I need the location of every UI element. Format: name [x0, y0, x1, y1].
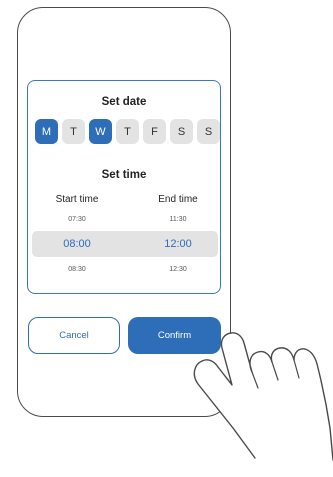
start-time-option[interactable]: 07:30 [42, 216, 112, 223]
day-wednesday-button[interactable]: W [89, 119, 112, 144]
day-monday-button[interactable]: M [35, 119, 58, 144]
end-time-option[interactable]: 11:30 [143, 216, 213, 223]
start-time-selected[interactable]: 08:00 [42, 238, 112, 250]
day-sunday-button[interactable]: S [197, 119, 220, 144]
day-saturday-button[interactable]: S [170, 119, 193, 144]
day-thursday-button[interactable]: T [116, 119, 139, 144]
set-time-heading: Set time [101, 169, 147, 181]
start-time-option[interactable]: 08:30 [42, 266, 112, 273]
cancel-button[interactable]: Cancel [28, 317, 120, 354]
schedule-card: Set date M T W T F S S Set time Start ti… [27, 80, 221, 294]
start-time-label: Start time [55, 194, 99, 205]
end-time-selected[interactable]: 12:00 [143, 238, 213, 250]
confirm-button[interactable]: Confirm [128, 317, 221, 354]
end-time-label: End time [158, 194, 198, 205]
end-time-option[interactable]: 12:30 [143, 266, 213, 273]
day-friday-button[interactable]: F [143, 119, 166, 144]
set-date-heading: Set date [101, 96, 147, 108]
day-tuesday-button[interactable]: T [62, 119, 85, 144]
day-selector: M T W T F S S [35, 119, 220, 144]
